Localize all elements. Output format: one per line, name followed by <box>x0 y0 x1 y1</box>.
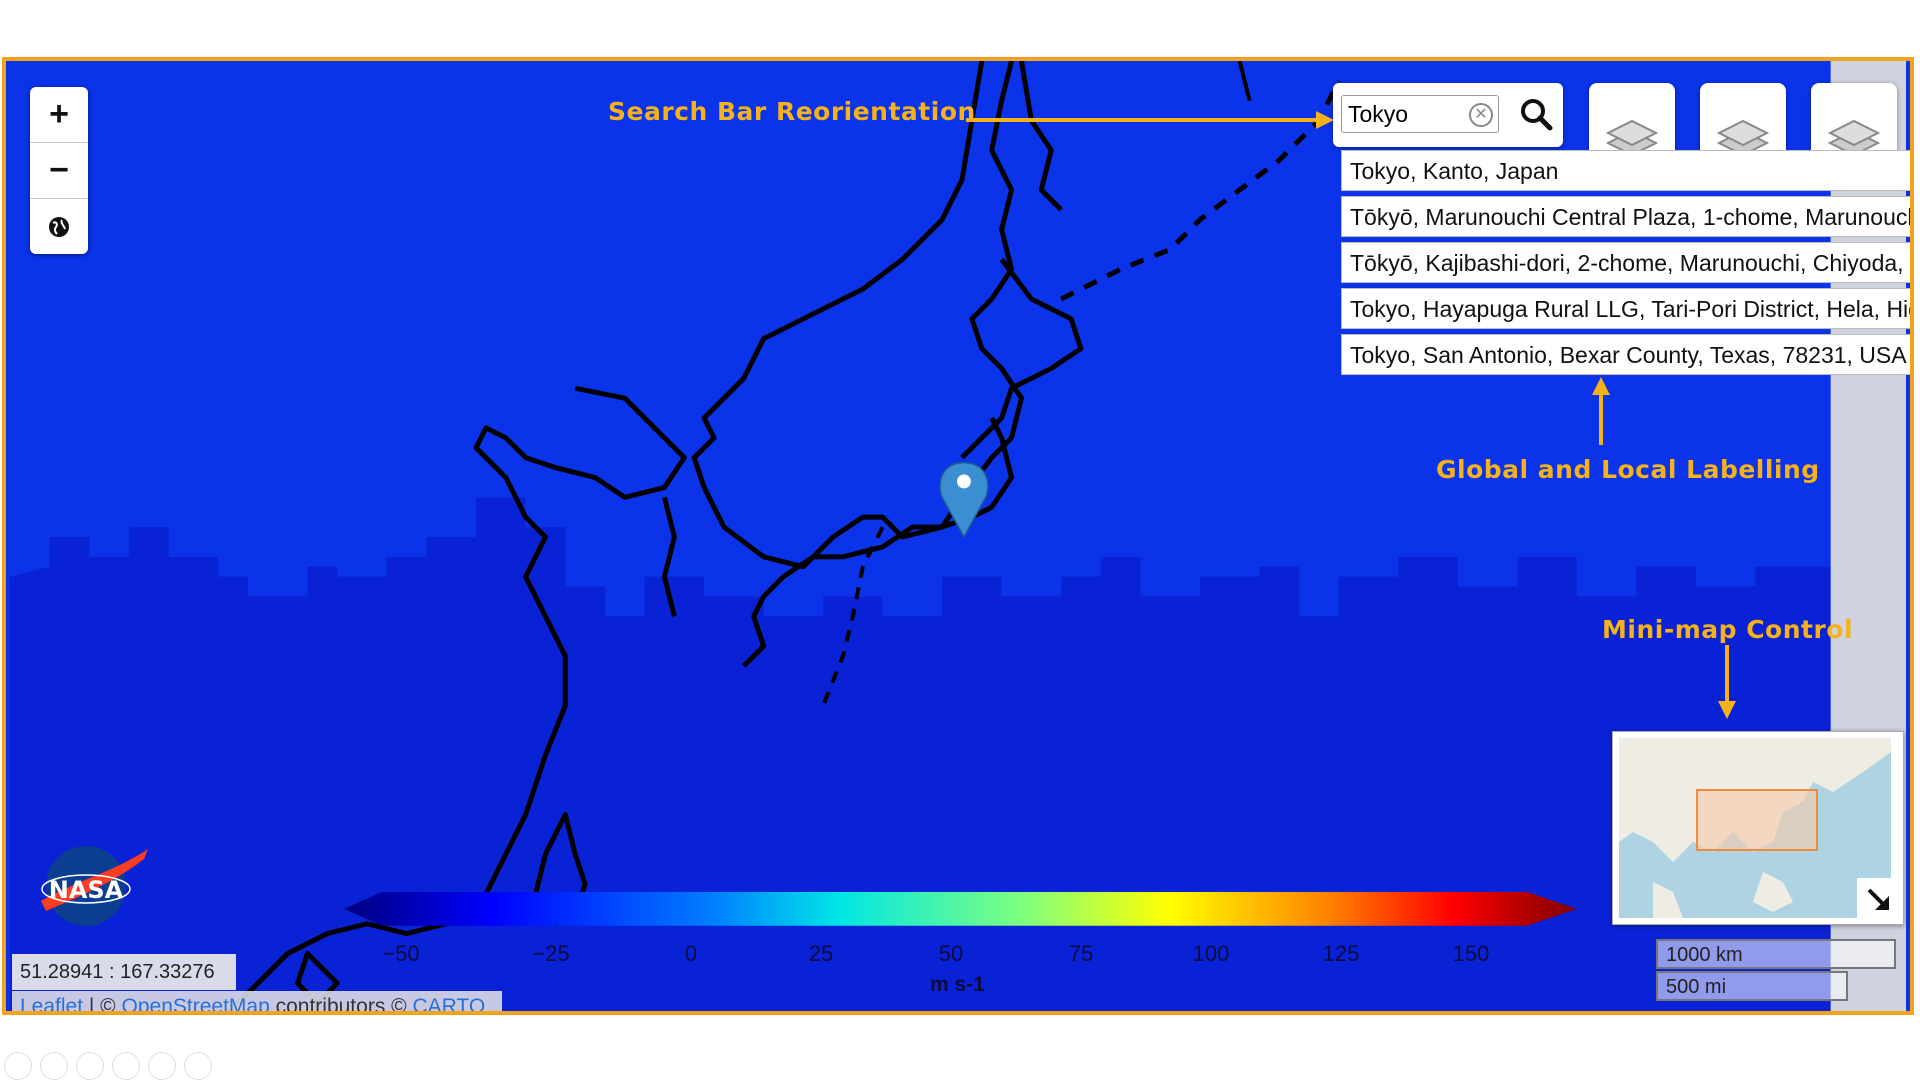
colorbar-tick: 50 <box>938 941 964 966</box>
globe-button[interactable] <box>30 199 88 254</box>
colorbar-tick: 100 <box>1192 941 1230 966</box>
attribution: Leaflet | © OpenStreetMap contributors ©… <box>12 991 502 1015</box>
scale-km: 1000 km <box>1656 939 1896 969</box>
annotation-arrow <box>1592 377 1610 445</box>
svg-text:NASA: NASA <box>49 876 124 904</box>
scale-mi: 500 mi <box>1656 971 1848 1001</box>
globe-icon <box>49 216 69 237</box>
layer-button-3[interactable] <box>1811 83 1897 159</box>
carto-link[interactable]: CARTO <box>412 995 485 1011</box>
minimap[interactable] <box>1612 731 1904 925</box>
layer-button-2[interactable] <box>1700 83 1786 159</box>
osm-link[interactable]: OpenStreetMap <box>122 995 270 1011</box>
colorbar <box>344 892 1577 926</box>
colorbar-tick: 0 <box>684 941 698 966</box>
prev-icon[interactable] <box>4 1052 32 1080</box>
pen-icon[interactable] <box>76 1052 104 1080</box>
search-result-item[interactable]: Tōkyō, Marunouchi Central Plaza, 1-chome… <box>1341 196 1910 237</box>
layer-button-1[interactable] <box>1589 83 1675 159</box>
colorbar-tick: 75 <box>1068 941 1094 966</box>
coordinates-readout: 51.28941 : 167.33276 <box>12 954 236 990</box>
search-result-item[interactable]: Tōkyō, Kajibashi-dori, 2-chome, Marunouc… <box>1341 242 1910 283</box>
slide-controls <box>4 1052 212 1082</box>
zoom-in-button[interactable]: + <box>30 87 88 143</box>
search-result-item[interactable]: Tokyo, Hayapuga Rural LLG, Tari-Pori Dis… <box>1341 288 1910 329</box>
nasa-logo: NASA <box>41 846 148 926</box>
map-frame[interactable]: + − ✕ <box>2 57 1914 1015</box>
attribution-sep: | © <box>83 995 122 1015</box>
arrow-down-right-icon <box>1867 888 1889 910</box>
annotation-labelling: Global and Local Labelling <box>1436 455 1820 484</box>
colorbar-tick: 125 <box>1322 941 1360 966</box>
more-icon[interactable] <box>184 1052 212 1080</box>
search-result-item[interactable]: Tokyo, San Antonio, Bexar County, Texas,… <box>1341 334 1910 375</box>
colorbar-tick: 150 <box>1452 941 1490 966</box>
annotation-minimap: Mini-map Control <box>1602 615 1854 644</box>
attribution-text: contributors © <box>269 995 413 1015</box>
search-icon[interactable] <box>1519 97 1553 131</box>
minimap-toggle-button[interactable] <box>1857 878 1901 922</box>
colorbar-units: m s-1 <box>930 973 985 996</box>
colorbar-tick: −50 <box>382 941 420 966</box>
leaflet-link[interactable]: Leaflet <box>20 995 83 1011</box>
colorbar-tick: −25 <box>532 941 570 966</box>
search-results: Tokyo, Kanto, Japan Tōkyō, Marunouchi Ce… <box>1341 150 1910 380</box>
search-control: ✕ <box>1333 83 1563 147</box>
annotation-arrow <box>1718 645 1736 719</box>
slides-icon[interactable] <box>112 1052 140 1080</box>
zoom-icon[interactable] <box>148 1052 176 1080</box>
zoom-out-button[interactable]: − <box>30 143 88 199</box>
next-icon[interactable] <box>40 1052 68 1080</box>
zoom-control: + − <box>30 87 88 254</box>
colorbar-tick: 25 <box>808 941 834 966</box>
annotation-arrow <box>966 111 1334 129</box>
annotation-search-bar: Search Bar Reorientation <box>608 97 976 126</box>
search-result-item[interactable]: Tokyo, Kanto, Japan <box>1341 150 1910 191</box>
clear-search-button[interactable]: ✕ <box>1469 103 1493 127</box>
